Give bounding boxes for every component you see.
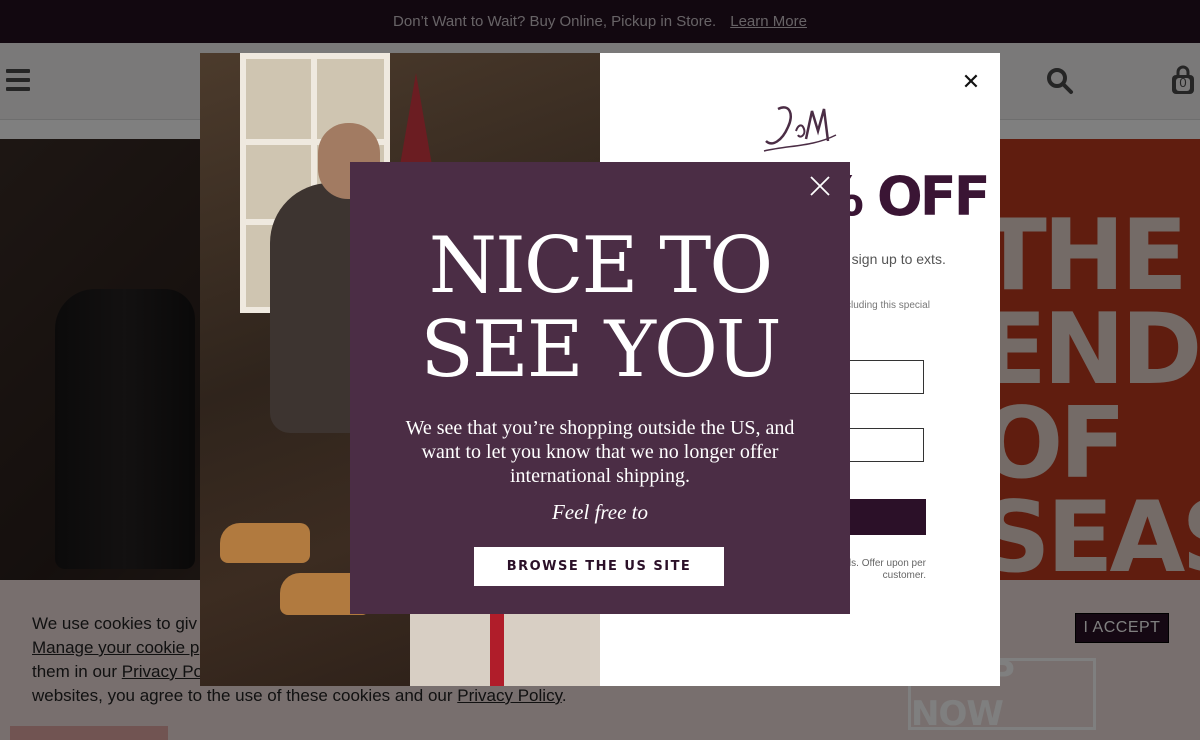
signup-fine-print: cluding this special <box>846 300 930 311</box>
phone-field[interactable] <box>840 428 924 462</box>
close-icon[interactable] <box>808 174 832 198</box>
brand-logo: JM <box>760 101 837 152</box>
popup-feel-free: Feel free to <box>551 500 648 524</box>
signup-submit-button[interactable] <box>840 499 926 535</box>
international-popup: NICE TO SEE YOU We see that you’re shopp… <box>350 162 850 614</box>
popup-heading-line-1: NICE TO <box>428 221 773 311</box>
gift-box-image <box>410 603 600 686</box>
svg-text:JM: JM <box>760 101 762 102</box>
popup-heading: NICE TO SEE YOU <box>350 224 850 392</box>
signup-text: u sign up to exts. <box>840 251 946 267</box>
popup-heading-line-2: SEE YOU <box>420 305 781 395</box>
shoe-image <box>220 523 310 563</box>
popup-body: We see that you’re shopping outside the … <box>405 417 795 487</box>
close-icon[interactable]: ✕ <box>960 71 982 93</box>
browse-us-site-button[interactable]: BROWSE THE US SITE <box>474 547 724 586</box>
email-field[interactable] <box>840 360 924 394</box>
